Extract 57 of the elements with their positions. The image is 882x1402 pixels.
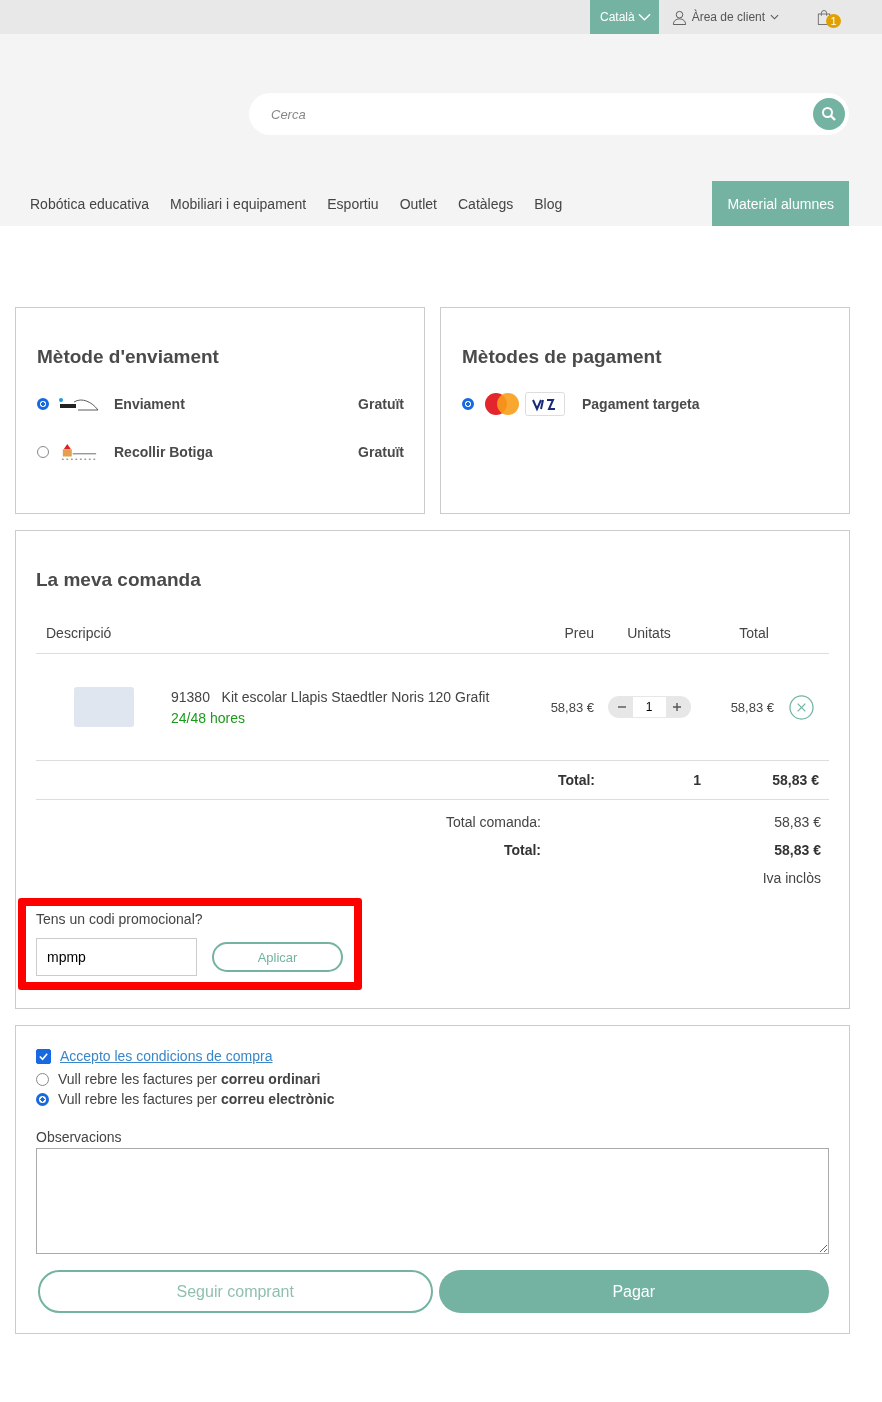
line-total: 58,83 €	[729, 699, 774, 715]
nav-link[interactable]: Robótica educativa	[30, 195, 150, 212]
tax-note: Iva inclòs	[762, 870, 821, 886]
radio-button[interactable]	[462, 398, 474, 410]
payment-option-label: Pagament targeta	[582, 396, 700, 412]
checkmark-icon	[38, 1050, 49, 1062]
nav-link[interactable]: Blog	[534, 195, 563, 212]
user-icon	[671, 9, 687, 25]
cart-count-badge: 1	[826, 14, 842, 28]
card-brand-icon	[525, 392, 565, 416]
chevron-down-icon	[637, 13, 651, 21]
nav-link[interactable]: Esportiu	[327, 195, 379, 212]
search-icon	[821, 106, 837, 122]
delivery-time: 24/48 hores	[171, 709, 246, 726]
column-header: Preu	[563, 625, 594, 641]
shipping-option-label: Enviament	[114, 396, 185, 412]
subtotal-units: 1	[692, 772, 701, 788]
shipping-price: Gratuït	[358, 444, 404, 460]
remove-icon[interactable]	[789, 694, 814, 720]
observations-field[interactable]	[36, 1148, 829, 1254]
checkbox[interactable]	[36, 1048, 51, 1064]
shipping-option-label: Recollir Botiga	[114, 444, 213, 460]
invoice-option-label: Vull rebre les factures per correu ordinari	[58, 1071, 321, 1087]
column-header: Total	[738, 625, 770, 641]
section-title: Mètodes de pagament	[462, 346, 663, 368]
column-header: Unitats	[626, 625, 672, 641]
section-title: Mètode d'enviament	[37, 346, 220, 368]
promo-code-field[interactable]: mpmp	[36, 938, 197, 976]
subtotal-label: Total:	[557, 772, 595, 788]
summary-value: 58,83 €	[773, 814, 821, 830]
summary-value: 58,83 €	[773, 842, 821, 858]
nav-link[interactable]: Catàlegs	[458, 195, 514, 212]
column-header: Descripció	[45, 625, 113, 641]
invoice-option-label: Vull rebre les factures per correu electrònic	[58, 1091, 335, 1107]
radio-button[interactable]	[36, 1092, 49, 1106]
shopping-bag-icon[interactable]	[817, 8, 832, 26]
observations-label: Observacions	[36, 1129, 123, 1145]
radio-button[interactable]	[37, 398, 49, 410]
quantity-field[interactable]: 1	[632, 697, 666, 717]
product-name: 91380 Kit escolar Llapis Staedtler Noris 120 Grafit	[171, 688, 491, 705]
unit-price: 58,83 €	[549, 699, 594, 715]
promo-code-label: Tens un codi promocional?	[36, 911, 204, 927]
carrier-logo-icon	[58, 395, 100, 413]
terms-link[interactable]: Accepto les condicions de compra	[60, 1048, 273, 1064]
account-menu[interactable]: Àrea de client	[671, 0, 780, 34]
search-field[interactable]: Cerca	[249, 93, 849, 135]
nav-link[interactable]: Outlet	[399, 195, 437, 212]
subtotal-amount: 58,83 €	[771, 772, 820, 788]
nav-link[interactable]: Mobiliari i equipament	[170, 195, 307, 212]
plus-icon	[671, 702, 682, 712]
section-title: La meva comanda	[36, 569, 202, 591]
summary-label: Total comanda:	[445, 814, 541, 830]
card-brand-icon	[482, 392, 522, 416]
product-photo-placeholder	[73, 687, 134, 727]
chevron-down-icon	[770, 14, 780, 20]
summary-label: Total:	[502, 842, 541, 858]
shipping-price: Gratuït	[358, 396, 404, 412]
